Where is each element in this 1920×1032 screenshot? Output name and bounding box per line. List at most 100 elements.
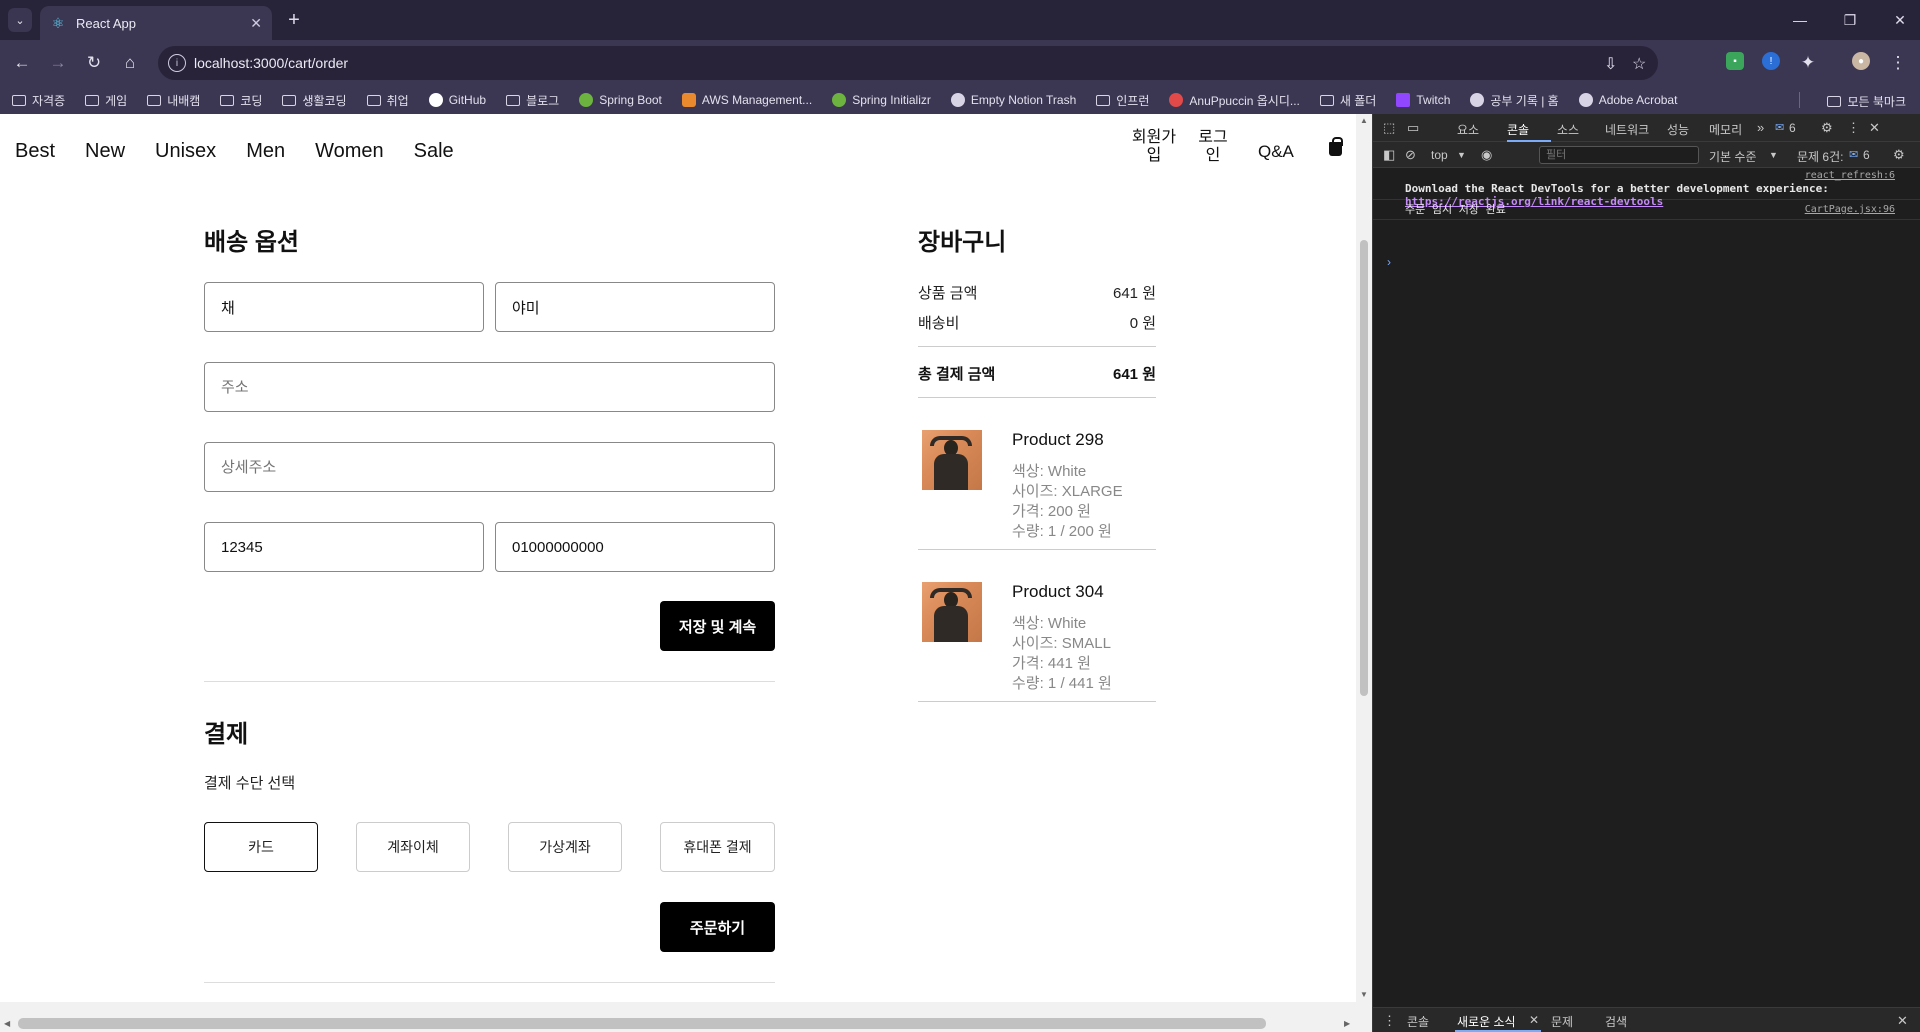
drawer-close-icon[interactable]: ✕: [1897, 1013, 1908, 1029]
reload-icon[interactable]: ↻: [82, 51, 106, 75]
bookmark-item[interactable]: 게임: [85, 92, 127, 109]
nav-men[interactable]: Men: [246, 140, 285, 163]
scroll-down-arrow-icon[interactable]: ▼: [1360, 990, 1368, 999]
nav-new[interactable]: New: [85, 140, 125, 163]
new-tab-plus-icon[interactable]: +: [282, 8, 306, 32]
device-toolbar-icon[interactable]: ▭: [1407, 120, 1419, 136]
bookmark-item[interactable]: Spring Boot: [579, 93, 662, 107]
vertical-scroll-thumb[interactable]: [1360, 240, 1368, 696]
bookmark-item[interactable]: Twitch: [1396, 93, 1450, 107]
inspect-element-icon[interactable]: ⬚: [1383, 120, 1395, 136]
bookmark-item[interactable]: 자격증: [12, 92, 65, 109]
install-app-icon[interactable]: ⇩: [1604, 54, 1617, 74]
devtools-menu-icon[interactable]: ⋮: [1847, 120, 1860, 136]
product-thumbnail[interactable]: [922, 430, 982, 490]
payment-card-button[interactable]: 카드: [204, 822, 318, 872]
settings-gear-icon[interactable]: ⚙: [1821, 120, 1833, 136]
tab-search-chevron-icon[interactable]: ⌄: [8, 8, 32, 32]
log-level-selector[interactable]: 기본 수준: [1709, 148, 1757, 165]
forward-arrow-icon[interactable]: →: [46, 51, 70, 75]
extension-blue-icon[interactable]: !: [1762, 52, 1780, 70]
drawer-tab-whats-new[interactable]: 새로운 소식: [1457, 1013, 1516, 1030]
bookmark-item[interactable]: Empty Notion Trash: [950, 93, 1076, 107]
address-detail-field[interactable]: [204, 442, 775, 492]
log-level-dropdown-icon[interactable]: ▼: [1769, 150, 1778, 160]
profile-avatar-icon[interactable]: ●: [1852, 52, 1870, 70]
live-expression-eye-icon[interactable]: ◉: [1481, 147, 1492, 163]
extension-green-icon[interactable]: ▪: [1726, 52, 1744, 70]
nav-women[interactable]: Women: [315, 140, 384, 163]
devtools-tab-performance[interactable]: 성능: [1667, 121, 1689, 138]
console-message-source[interactable]: react_refresh:6: [1805, 170, 1895, 181]
console-prompt-chevron-icon[interactable]: ›: [1387, 255, 1391, 269]
drawer-tab-search[interactable]: 검색: [1605, 1013, 1627, 1030]
payment-transfer-button[interactable]: 계좌이체: [356, 822, 470, 872]
issues-label[interactable]: 문제 6건:: [1797, 148, 1843, 165]
messages-badge-icon[interactable]: ✉: [1775, 121, 1784, 134]
devtools-tab-elements[interactable]: 요소: [1457, 121, 1479, 138]
shopping-bag-icon[interactable]: [1329, 137, 1343, 156]
qa-link[interactable]: Q&A: [1258, 143, 1294, 161]
home-icon[interactable]: ⌂: [118, 51, 142, 75]
zip-field[interactable]: [204, 522, 484, 572]
restore-icon[interactable]: ❐: [1830, 8, 1870, 32]
last-name-field[interactable]: [495, 282, 775, 332]
horizontal-scrollbar[interactable]: ◀ ▶: [0, 1002, 1372, 1032]
product-thumbnail[interactable]: [922, 582, 982, 642]
bookmark-item[interactable]: Spring Initializr: [832, 93, 931, 107]
extensions-puzzle-icon[interactable]: ✦: [1796, 51, 1820, 75]
bookmark-star-icon[interactable]: ☆: [1632, 54, 1646, 74]
context-selector[interactable]: top: [1431, 148, 1448, 162]
phone-field[interactable]: [495, 522, 775, 572]
devtools-close-icon[interactable]: ✕: [1869, 120, 1880, 136]
signup-link[interactable]: 회원가입: [1126, 129, 1182, 165]
devtools-tab-network[interactable]: 네트워크: [1605, 121, 1649, 138]
all-bookmarks[interactable]: 모든 북마크: [1827, 93, 1906, 110]
window-close-icon[interactable]: ✕: [1880, 8, 1920, 32]
bookmark-item[interactable]: 블로그: [506, 92, 559, 109]
back-arrow-icon[interactable]: ←: [10, 51, 34, 75]
drawer-menu-icon[interactable]: ⋮: [1383, 1013, 1396, 1029]
clear-console-icon[interactable]: ⊘: [1405, 147, 1416, 163]
more-tabs-chevron-icon[interactable]: »: [1757, 120, 1764, 135]
bookmark-item[interactable]: 코딩: [220, 92, 262, 109]
context-dropdown-icon[interactable]: ▼: [1457, 150, 1466, 160]
browser-tab-active[interactable]: ⚛ React App ✕: [40, 6, 272, 40]
login-link[interactable]: 로그인: [1196, 129, 1230, 165]
nav-best[interactable]: Best: [15, 140, 55, 163]
sidebar-toggle-icon[interactable]: ◧: [1383, 147, 1395, 163]
scroll-left-arrow-icon[interactable]: ◀: [4, 1019, 10, 1028]
payment-virtual-account-button[interactable]: 가상계좌: [508, 822, 622, 872]
horizontal-scroll-thumb[interactable]: [18, 1018, 1266, 1029]
drawer-tab-close-icon[interactable]: ✕: [1529, 1013, 1539, 1027]
bookmark-item[interactable]: 인프런: [1096, 92, 1149, 109]
bookmark-item[interactable]: Adobe Acrobat: [1578, 93, 1677, 107]
payment-phone-button[interactable]: 휴대폰 결제: [660, 822, 775, 872]
address-field[interactable]: [204, 362, 775, 412]
browser-menu-icon[interactable]: ⋮: [1886, 51, 1910, 75]
bookmark-item[interactable]: 내배캠: [147, 92, 200, 109]
site-info-icon[interactable]: i: [168, 54, 186, 72]
bookmark-item[interactable]: AWS Management...: [681, 93, 812, 107]
tab-close-icon[interactable]: ✕: [250, 15, 262, 32]
bookmark-item[interactable]: GitHub: [428, 93, 486, 107]
bookmark-item[interactable]: 새 폴더: [1319, 92, 1376, 109]
nav-unisex[interactable]: Unisex: [155, 140, 216, 163]
console-settings-gear-icon[interactable]: ⚙: [1893, 147, 1905, 163]
save-continue-button[interactable]: 저장 및 계속: [660, 601, 775, 651]
bookmark-item[interactable]: 취업: [366, 92, 409, 109]
drawer-tab-issues[interactable]: 문제: [1551, 1013, 1573, 1030]
scroll-up-arrow-icon[interactable]: ▲: [1360, 116, 1368, 125]
devtools-tab-console[interactable]: 콘솔: [1507, 121, 1529, 138]
place-order-button[interactable]: 주문하기: [660, 902, 775, 952]
scroll-right-arrow-icon[interactable]: ▶: [1344, 1019, 1350, 1028]
devtools-tab-sources[interactable]: 소스: [1557, 121, 1579, 138]
console-message-source[interactable]: CartPage.jsx:96: [1805, 204, 1895, 215]
first-name-field[interactable]: [204, 282, 484, 332]
bookmark-item[interactable]: 생활코딩: [282, 92, 347, 109]
bookmark-item[interactable]: AnuPpuccin 옵시디...: [1169, 92, 1300, 109]
bookmark-item[interactable]: 공부 기록 | 홈: [1470, 92, 1559, 109]
minimize-icon[interactable]: —: [1780, 8, 1820, 32]
console-filter-input[interactable]: [1539, 146, 1699, 164]
nav-sale[interactable]: Sale: [414, 140, 454, 163]
